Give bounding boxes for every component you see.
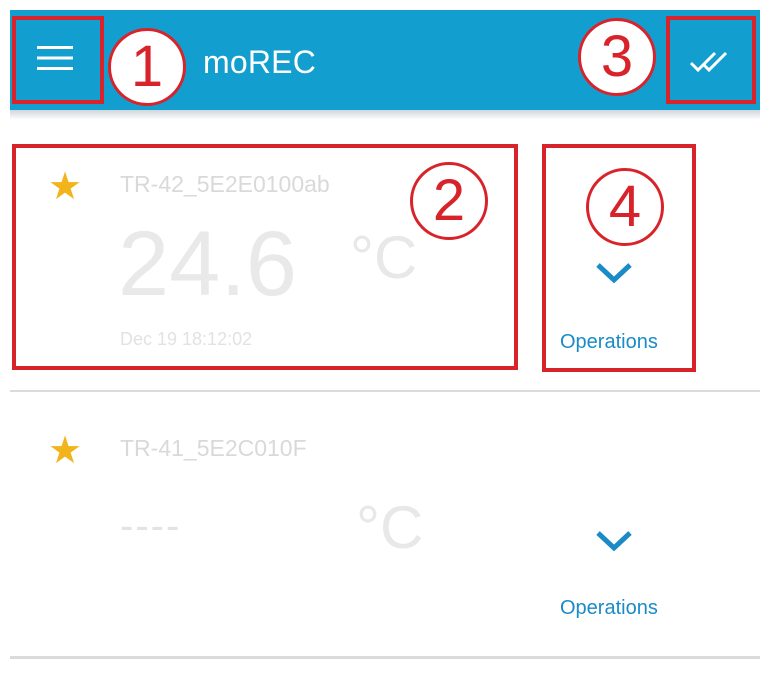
- annotation-badge: 4: [586, 168, 664, 246]
- app-title: moREC: [203, 44, 317, 80]
- annotation-box: [666, 16, 756, 104]
- device-name: TR-41_5E2C010F: [120, 435, 307, 461]
- app-screen: moREC ★ TR-42_5E2E0100ab 24.6 °C Dec 19 …: [0, 0, 764, 686]
- device-card[interactable]: ★ TR-41_5E2C010F ---- °C Operations: [10, 392, 760, 656]
- divider: [10, 656, 760, 659]
- annotation-badge: 2: [410, 162, 488, 240]
- status-strip: [0, 0, 764, 10]
- operations-label[interactable]: Operations: [560, 596, 658, 620]
- annotation-badge: 1: [108, 28, 186, 106]
- temperature-value: ----: [120, 504, 182, 548]
- chevron-down-icon[interactable]: [594, 528, 634, 554]
- app-bar-shadow: [10, 110, 760, 120]
- annotation-box: [12, 16, 104, 104]
- device-card[interactable]: [10, 660, 760, 686]
- temperature-unit: °C: [356, 494, 424, 561]
- star-icon[interactable]: ★: [48, 432, 82, 470]
- annotation-badge: 3: [578, 18, 656, 96]
